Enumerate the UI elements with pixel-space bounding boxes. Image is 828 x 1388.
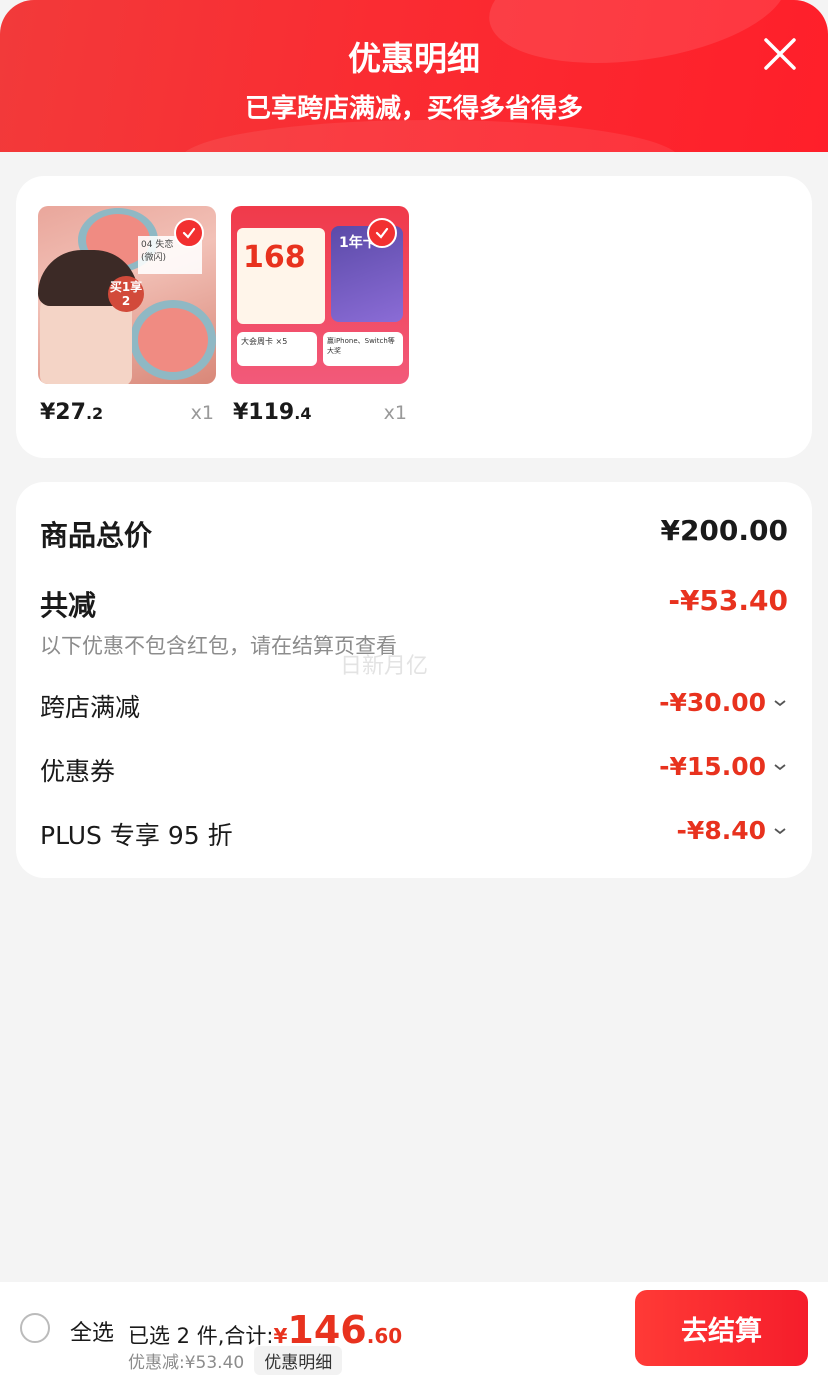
total-price-label: 商品总价: [40, 519, 153, 552]
chevron-down-icon: [774, 763, 786, 770]
discount-detail-button[interactable]: 优惠明细: [254, 1346, 343, 1375]
selected-count-text: 已选 2 件,合计:: [128, 1324, 274, 1348]
thumb-big-number: 168: [243, 240, 306, 275]
thumb-bottom-left: 大会周卡 ×5: [237, 332, 317, 366]
product-item[interactable]: 04 失恋 (微闪) 买1享2 ¥27.2 x1: [38, 206, 216, 430]
chevron-down-icon: [774, 699, 786, 706]
total-discount-label: 共减: [40, 589, 97, 622]
product-price: ¥119.4: [233, 400, 312, 425]
page-subtitle: 已享跨店满减，买得多省得多: [244, 94, 583, 124]
header-banner: 优惠明细 已享跨店满减，买得多省得多: [0, 0, 828, 152]
selected-check[interactable]: [174, 218, 204, 248]
products-card: 04 失恋 (微闪) 买1享2 ¥27.2 x1 168 1年卡 大会周卡 ×5…: [16, 176, 812, 458]
checkout-bar: 全选 已选 2 件,合计:¥146.60 优惠减:¥53.40 优惠明细 去结算: [0, 1282, 828, 1388]
discount-item-value: -¥15.00: [659, 752, 788, 781]
product-quantity: x1: [190, 402, 214, 424]
checkout-button[interactable]: 去结算: [635, 1290, 808, 1366]
total-amount-dec: .60: [366, 1324, 403, 1348]
discount-item-label: 跨店满减: [40, 693, 141, 722]
product-thumbnail[interactable]: 168 1年卡 大会周卡 ×5 赢iPhone、Switch等大奖: [231, 206, 409, 384]
total-discount-value: -¥53.40: [668, 584, 788, 617]
discount-item-row[interactable]: PLUS 专享 95 折 -¥8.40: [40, 816, 788, 850]
discount-summary-card: 商品总价 ¥200.00 共减 -¥53.40 以下优惠不包含红包，请在结算页查…: [16, 482, 812, 878]
select-all-label[interactable]: 全选: [70, 1315, 114, 1347]
product-thumbnail[interactable]: 04 失恋 (微闪) 买1享2: [38, 206, 216, 384]
discount-item-row[interactable]: 优惠券 -¥15.00: [40, 752, 788, 786]
watermark: 日新月亿: [340, 654, 429, 679]
discount-line: 优惠减:¥53.40 优惠明细: [128, 1346, 343, 1375]
discount-amount-text: 优惠减:¥53.40: [128, 1353, 245, 1373]
discount-item-label: PLUS 专享 95 折: [40, 821, 233, 850]
select-all-radio[interactable]: [20, 1313, 50, 1343]
close-button[interactable]: [760, 34, 800, 74]
product-quantity: x1: [383, 402, 407, 424]
discount-item-value: -¥30.00: [659, 688, 788, 717]
discount-item-row[interactable]: 跨店满减 -¥30.00: [40, 688, 788, 722]
total-discount-row: 共减 -¥53.40: [40, 584, 788, 624]
thumb-sub-text: (微闪): [141, 253, 167, 263]
discount-item-label: 优惠券: [40, 757, 116, 786]
selected-check[interactable]: [367, 218, 397, 248]
product-item[interactable]: 168 1年卡 大会周卡 ×5 赢iPhone、Switch等大奖 ¥119.4…: [231, 206, 409, 430]
thumb-badge-text: 04 失恋: [141, 240, 174, 250]
discount-item-value: -¥8.40: [677, 816, 788, 845]
thumb-promo-tag: 买1享2: [108, 276, 144, 312]
check-icon: [375, 227, 389, 239]
total-price-row: 商品总价 ¥200.00: [40, 514, 788, 554]
total-price-value: ¥200.00: [660, 514, 788, 547]
total-currency: ¥: [273, 1324, 288, 1348]
page-title: 优惠明细: [348, 39, 480, 78]
chevron-down-icon: [774, 827, 786, 834]
close-icon: [764, 38, 796, 70]
product-price: ¥27.2: [40, 400, 104, 425]
thumb-bottom-right: 赢iPhone、Switch等大奖: [323, 332, 403, 366]
check-icon: [182, 227, 196, 239]
